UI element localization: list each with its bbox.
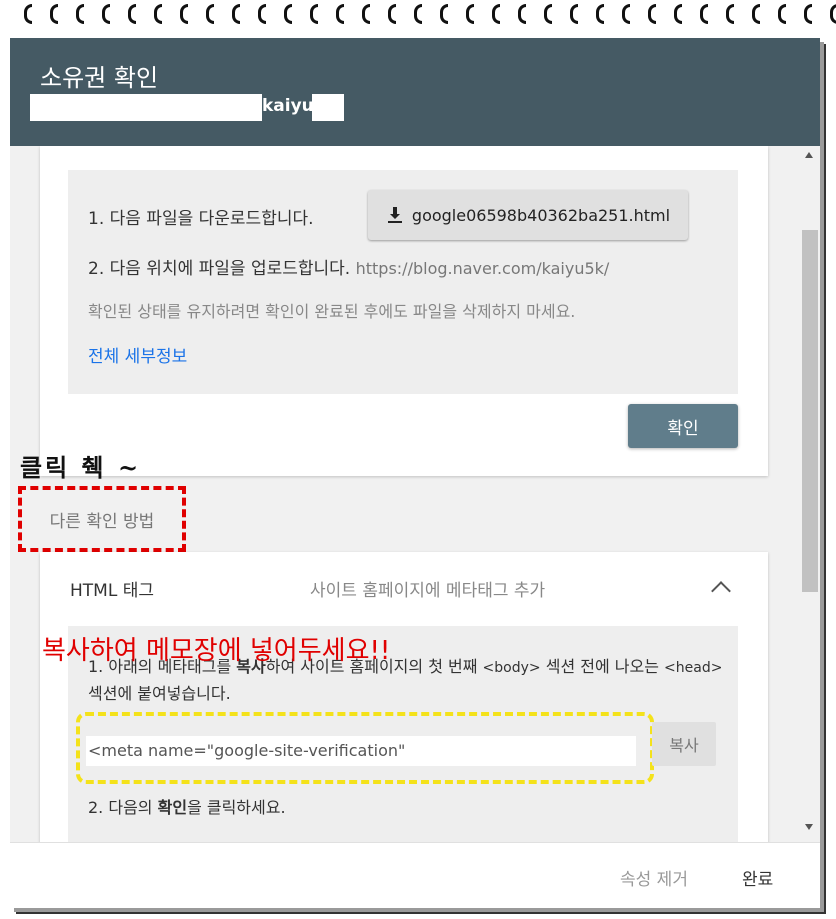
spiral-ring xyxy=(726,4,734,24)
download-icon xyxy=(387,207,402,223)
spiral-ring xyxy=(310,4,318,24)
redaction-mask xyxy=(30,94,262,121)
spiral-ring xyxy=(518,4,526,24)
remove-property-button[interactable]: 속성 제거 xyxy=(620,865,688,890)
head-code: <head> xyxy=(664,660,723,676)
spiral-ring xyxy=(778,4,786,24)
step2-text: 2. 다음의 xyxy=(88,798,158,817)
dialog-footer: 속성 제거 완료 xyxy=(10,842,820,908)
full-details-link[interactable]: 전체 세부정보 xyxy=(88,342,187,367)
meta-tag-field[interactable]: <meta name="google-site-verification" xyxy=(86,736,636,766)
spiral-ring xyxy=(258,4,266,24)
spiral-ring xyxy=(544,4,552,24)
html-tag-description: 사이트 홈페이지에 메타태그 추가 xyxy=(310,581,546,601)
spiral-ring xyxy=(206,4,214,24)
chevron-up-icon[interactable] xyxy=(711,581,731,601)
dialog-header: 소유권 확인 kaiyu xyxy=(10,38,820,146)
click-annotation: 클릭 췍 ~ xyxy=(20,453,142,482)
copy-annotation: 복사하여 메모장에 넣어두세요!! xyxy=(42,636,391,666)
copy-button[interactable]: 복사 xyxy=(652,722,716,766)
body-code: <body> xyxy=(482,660,541,676)
spiral-ring xyxy=(570,4,578,24)
html-tag-title[interactable]: HTML 태그 xyxy=(70,576,154,601)
spiral-ring xyxy=(414,4,422,24)
spiral-ring xyxy=(466,4,474,24)
spiral-ring xyxy=(752,4,760,24)
spiral-ring xyxy=(674,4,682,24)
done-button[interactable]: 완료 xyxy=(742,865,773,890)
spiral-ring xyxy=(492,4,500,24)
other-methods-button[interactable]: 다른 확인 방법 xyxy=(18,486,186,552)
other-methods-label: 다른 확인 방법 xyxy=(49,511,155,532)
keep-file-note: 확인된 상태를 유지하려면 확인이 완료된 후에도 파일을 삭제하지 마세요. xyxy=(88,302,576,321)
property-domain: kaiyu xyxy=(262,96,314,116)
spiral-ring xyxy=(232,4,240,24)
scrollbar[interactable] xyxy=(800,146,820,842)
confirm-button[interactable]: 확인 xyxy=(628,404,738,448)
spiral-ring xyxy=(76,4,84,24)
spiral-ring xyxy=(830,4,836,24)
spiral-ring xyxy=(128,4,136,24)
scroll-up-icon[interactable] xyxy=(805,152,813,158)
step2-bold: 확인 xyxy=(157,798,188,817)
spiral-ring xyxy=(24,4,32,24)
scrollbar-thumb[interactable] xyxy=(802,230,818,592)
redaction-mask xyxy=(312,94,344,121)
step2-text: 을 클릭하세요. xyxy=(187,798,286,817)
step-upload: 2. 다음 위치에 파일을 업로드합니다. https://blog.naver… xyxy=(88,254,609,279)
step1-text: 섹션 전에 나오는 xyxy=(540,657,665,676)
spiral-ring xyxy=(804,4,812,24)
step-upload-text: 2. 다음 위치에 파일을 업로드합니다. xyxy=(88,259,351,279)
download-file-label: google06598b40362ba251.html xyxy=(411,205,671,225)
spiral-ring xyxy=(50,4,58,24)
spiral-ring xyxy=(622,4,630,24)
html-tag-step2: 2. 다음의 확인을 클릭하세요. xyxy=(88,794,286,818)
spiral-ring xyxy=(102,4,110,24)
notebook-spiral xyxy=(0,0,836,40)
upload-url: https://blog.naver.com/kaiyu5k/ xyxy=(355,259,610,278)
step-download: 1. 다음 파일을 다운로드합니다. xyxy=(88,209,314,229)
file-method-card: 1. 다음 파일을 다운로드합니다. google06598b40362ba25… xyxy=(40,146,768,476)
ownership-dialog: 소유권 확인 kaiyu 1. 다음 파일을 다운로드합니다. google06… xyxy=(10,38,820,908)
spiral-ring xyxy=(180,4,188,24)
dialog-title: 소유권 확인 xyxy=(40,64,159,92)
spiral-ring xyxy=(596,4,604,24)
dialog-body[interactable]: 1. 다음 파일을 다운로드합니다. google06598b40362ba25… xyxy=(10,146,800,842)
spiral-ring xyxy=(336,4,344,24)
download-file-button[interactable]: google06598b40362ba251.html xyxy=(368,190,688,240)
spiral-ring xyxy=(362,4,370,24)
file-instructions-box: 1. 다음 파일을 다운로드합니다. google06598b40362ba25… xyxy=(68,170,738,394)
spiral-ring xyxy=(700,4,708,24)
spiral-ring xyxy=(284,4,292,24)
spiral-ring xyxy=(648,4,656,24)
scroll-down-icon[interactable] xyxy=(805,824,813,830)
spiral-ring xyxy=(154,4,162,24)
spiral-ring xyxy=(440,4,448,24)
spiral-ring xyxy=(388,4,396,24)
step1-text: 섹션에 붙여넣습니다. xyxy=(88,684,231,703)
html-tag-method-card: HTML 태그 사이트 홈페이지에 메타태그 추가 1. 아래의 메타태그를 복… xyxy=(40,552,768,842)
